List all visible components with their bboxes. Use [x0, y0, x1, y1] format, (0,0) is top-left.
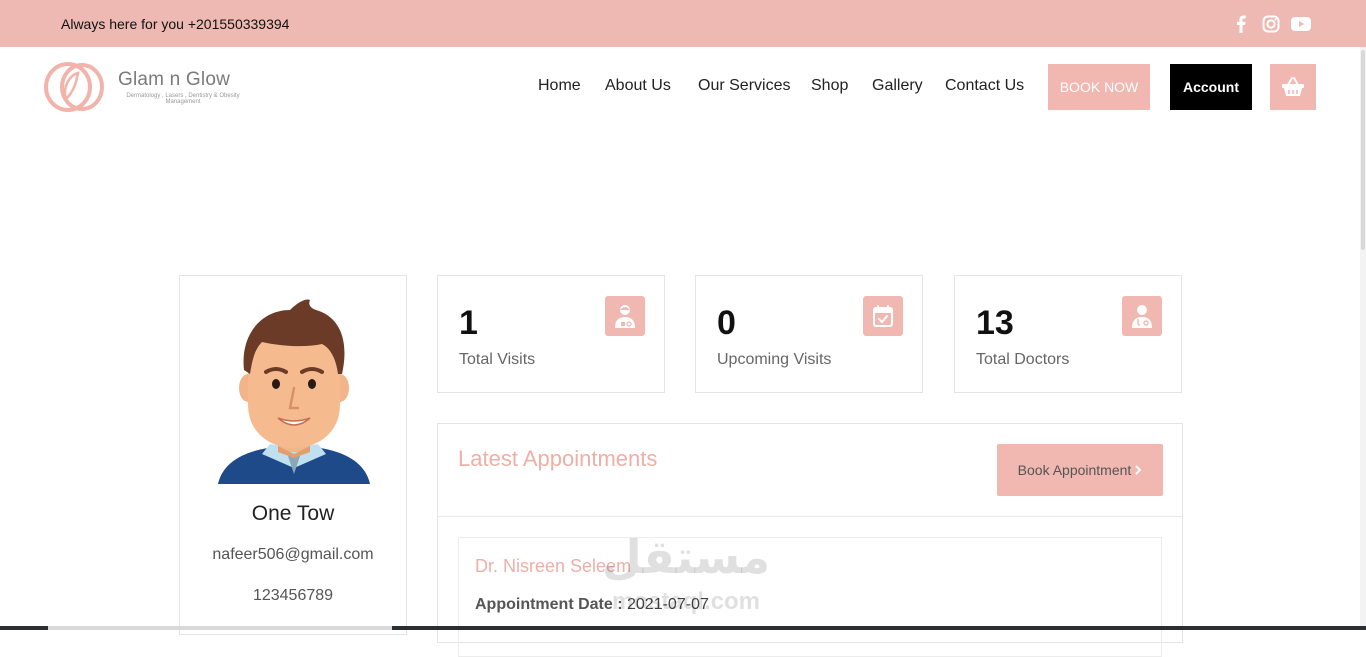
- doctor-icon: [1122, 296, 1162, 336]
- book-appointment-button[interactable]: Book Appointment: [997, 444, 1163, 496]
- stat-value: 1: [459, 304, 478, 342]
- appointment-date-value: 2021-07-07: [627, 596, 709, 613]
- facebook-icon[interactable]: [1230, 13, 1252, 35]
- instagram-icon[interactable]: [1260, 13, 1282, 35]
- nav-about-us[interactable]: About Us: [605, 77, 671, 95]
- latest-appointments-panel: Latest Appointments Book Appointment Dr.…: [437, 423, 1183, 657]
- nav-home[interactable]: Home: [538, 77, 581, 95]
- nav-contact-us[interactable]: Contact Us: [945, 77, 1024, 95]
- nav-shop[interactable]: Shop: [811, 77, 848, 95]
- profile-phone: 123456789: [252, 587, 334, 604]
- stat-card-total-doctors: 13 Total Doctors: [954, 275, 1182, 393]
- top-contact-bar: Always here for you +201550339394: [0, 0, 1366, 47]
- appointment-doctor-name: Dr. Nisreen Seleem: [475, 556, 632, 576]
- main-header: Glam n Glow Dermatology , Lasers , Denti…: [0, 47, 1366, 127]
- brand-name: Glam n Glow: [118, 69, 231, 90]
- youtube-icon[interactable]: [1290, 13, 1312, 35]
- stat-card-total-visits: 1 Total Visits: [437, 275, 665, 393]
- panel-divider: [438, 516, 1182, 517]
- cart-button[interactable]: [1270, 64, 1316, 110]
- stat-card-upcoming-visits: 0 Upcoming Visits: [695, 275, 923, 393]
- scrollbar-thumb[interactable]: [1361, 50, 1365, 250]
- calendar-check-icon: [863, 296, 903, 336]
- nav-our-services[interactable]: Our Services: [698, 77, 790, 95]
- basket-icon: [1282, 77, 1304, 96]
- contact-phone-text: Always here for you +201550339394: [61, 16, 290, 32]
- bottom-taskbar-strip: [0, 626, 1366, 630]
- account-button[interactable]: Account: [1170, 64, 1252, 110]
- patient-icon: [605, 296, 645, 336]
- logo-mark-icon: [44, 62, 104, 112]
- nav-gallery[interactable]: Gallery: [872, 77, 923, 95]
- stat-label: Upcoming Visits: [717, 351, 832, 368]
- chevron-right-icon: [1135, 465, 1142, 475]
- appointment-date-label: Appointment Date :: [475, 596, 623, 613]
- appointment-item: Dr. Nisreen Seleem Appointment Date : 20…: [458, 537, 1162, 657]
- book-appointment-label: Book Appointment: [1017, 462, 1132, 478]
- brand-tagline: Dermatology , Lasers , Dentistry & Obesi…: [126, 93, 240, 105]
- brand-logo[interactable]: Glam n Glow Dermatology , Lasers , Denti…: [44, 61, 244, 113]
- stat-value: 13: [976, 304, 1014, 342]
- stat-value: 0: [717, 304, 736, 342]
- book-now-button[interactable]: BOOK NOW: [1048, 64, 1150, 110]
- appointment-date: Appointment Date : 2021-07-07: [475, 596, 709, 614]
- appointments-title: Latest Appointments: [458, 446, 658, 471]
- user-avatar: [218, 299, 370, 484]
- profile-email: nafeer506@gmail.com: [212, 546, 374, 563]
- stat-label: Total Visits: [459, 351, 536, 368]
- bottom-strip-segment: [48, 626, 392, 630]
- profile-card: One Tow nafeer506@gmail.com 123456789: [179, 275, 407, 635]
- stat-label: Total Doctors: [976, 351, 1070, 368]
- profile-name: One Tow: [251, 502, 335, 525]
